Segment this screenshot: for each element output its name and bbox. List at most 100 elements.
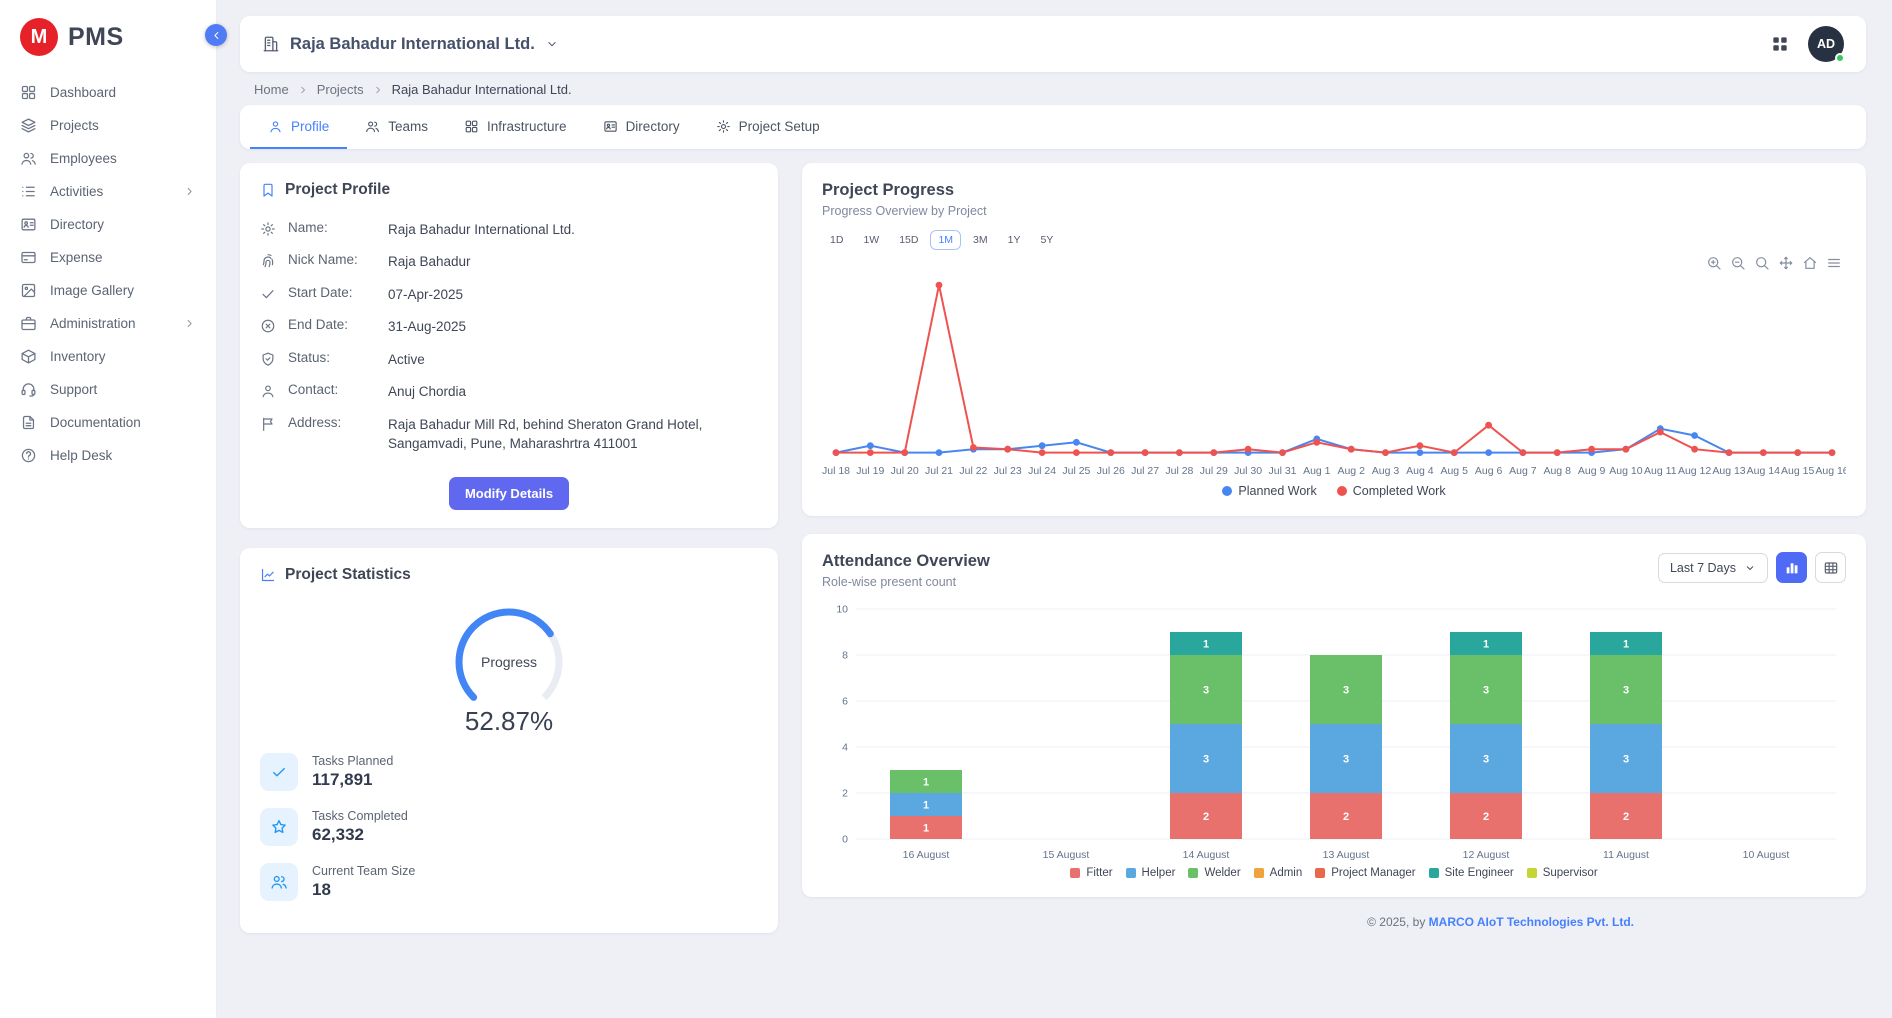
sidebar-item-administration[interactable]: Administration <box>0 307 216 340</box>
tab-profile[interactable]: Profile <box>250 105 347 149</box>
sidebar-item-documentation[interactable]: Documentation <box>0 406 216 439</box>
field-value: 07-Apr-2025 <box>388 285 463 305</box>
table-view-toggle[interactable] <box>1815 552 1846 583</box>
stat-icon-box <box>260 863 298 901</box>
range-button-3m[interactable]: 3M <box>965 230 996 250</box>
apps-grid-icon[interactable] <box>1770 34 1790 54</box>
field-value: 31-Aug-2025 <box>388 317 466 337</box>
profile-field-contact: Contact:Anuj Chordia <box>260 376 758 409</box>
modify-details-button[interactable]: Modify Details <box>449 477 569 510</box>
legend-welder[interactable]: Welder <box>1188 867 1240 879</box>
legend-admin[interactable]: Admin <box>1254 867 1303 879</box>
range-button-1m[interactable]: 1M <box>930 230 961 250</box>
legend-planned-work[interactable]: Planned Work <box>1222 484 1316 498</box>
sidebar-item-inventory[interactable]: Inventory <box>0 340 216 373</box>
svg-text:1: 1 <box>923 822 929 834</box>
svg-text:Aug 11: Aug 11 <box>1644 465 1677 477</box>
breadcrumb-item[interactable]: Home <box>254 82 289 97</box>
sidebar-item-label: Documentation <box>50 415 141 430</box>
menu-icon[interactable] <box>1826 255 1842 271</box>
project-setup-tab-icon <box>716 119 731 134</box>
tab-infrastructure[interactable]: Infrastructure <box>446 105 585 149</box>
check-square-icon <box>270 763 288 781</box>
range-button-1y[interactable]: 1Y <box>1000 230 1029 250</box>
pan-icon[interactable] <box>1778 255 1794 271</box>
company-selector[interactable]: Raja Bahadur International Ltd. <box>262 35 559 54</box>
date-range-select[interactable]: Last 7 Days <box>1658 553 1768 583</box>
profile-actions: Modify Details <box>260 477 758 510</box>
sidebar-collapse-button[interactable] <box>205 24 227 46</box>
sidebar-item-directory[interactable]: Directory <box>0 208 216 241</box>
company-icon <box>262 35 280 53</box>
documentation-icon <box>20 414 37 431</box>
online-status-dot <box>1835 53 1845 63</box>
chevron-down-icon <box>1744 562 1756 574</box>
svg-text:Jul 22: Jul 22 <box>959 465 987 477</box>
legend-swatch <box>1070 868 1080 878</box>
sidebar-item-projects[interactable]: Projects <box>0 109 216 142</box>
infrastructure-tab-icon <box>464 119 479 134</box>
logo[interactable]: M PMS <box>0 14 216 72</box>
range-button-1d[interactable]: 1D <box>822 230 851 250</box>
chart-view-toggle[interactable] <box>1776 552 1807 583</box>
sidebar-item-expense[interactable]: Expense <box>0 241 216 274</box>
svg-text:Jul 23: Jul 23 <box>994 465 1022 477</box>
sidebar-item-image-gallery[interactable]: Image Gallery <box>0 274 216 307</box>
profile-field-start-date: Start Date:07-Apr-2025 <box>260 278 758 311</box>
shield-icon <box>260 351 276 367</box>
stat-label: Current Team Size <box>312 864 415 878</box>
field-value: Raja Bahadur Mill Rd, behind Sheraton Gr… <box>388 415 758 454</box>
svg-text:Aug 16: Aug 16 <box>1815 465 1846 477</box>
zoom-in-icon[interactable] <box>1706 255 1722 271</box>
sidebar-item-employees[interactable]: Employees <box>0 142 216 175</box>
footer-text: © 2025, by <box>1367 915 1429 929</box>
team-icon <box>270 873 288 891</box>
app-root: M PMS DashboardProjectsEmployeesActiviti… <box>0 0 1892 1018</box>
sidebar-item-label: Support <box>50 382 97 397</box>
range-button-15d[interactable]: 15D <box>891 230 926 250</box>
sidebar-item-dashboard[interactable]: Dashboard <box>0 76 216 109</box>
avatar[interactable]: AD <box>1808 26 1844 62</box>
range-buttons: 1D1W15D1M3M1Y5Y <box>822 230 1846 250</box>
legend-supervisor[interactable]: Supervisor <box>1527 867 1598 879</box>
legend-completed-work[interactable]: Completed Work <box>1337 484 1446 498</box>
tab-project-setup[interactable]: Project Setup <box>698 105 838 149</box>
zoom-out-icon[interactable] <box>1730 255 1746 271</box>
sidebar-item-help-desk[interactable]: Help Desk <box>0 439 216 472</box>
svg-text:3: 3 <box>1623 684 1629 696</box>
attendance-titles: Attendance Overview Role-wise present co… <box>822 552 990 589</box>
range-button-1w[interactable]: 1W <box>855 230 887 250</box>
range-button-5y[interactable]: 5Y <box>1032 230 1061 250</box>
svg-text:Aug 12: Aug 12 <box>1678 465 1711 477</box>
bookmark-icon <box>260 182 276 198</box>
svg-text:11 August: 11 August <box>1603 849 1649 861</box>
breadcrumb-item[interactable]: Projects <box>317 82 364 97</box>
home-icon[interactable] <box>1802 255 1818 271</box>
logo-letter: M <box>31 26 48 49</box>
help-desk-icon <box>20 447 37 464</box>
legend-helper[interactable]: Helper <box>1126 867 1176 879</box>
sidebar: M PMS DashboardProjectsEmployeesActiviti… <box>0 0 216 1018</box>
progress-card-subtitle: Progress Overview by Project <box>822 204 1846 218</box>
app-name: PMS <box>68 23 124 52</box>
search-zoom-icon[interactable] <box>1754 255 1770 271</box>
legend-fitter[interactable]: Fitter <box>1070 867 1112 879</box>
image-gallery-icon <box>20 282 37 299</box>
chevron-down-icon <box>545 37 559 51</box>
tab-directory[interactable]: Directory <box>585 105 698 149</box>
field-label: Name: <box>288 220 376 235</box>
tab-teams[interactable]: Teams <box>347 105 446 149</box>
sidebar-item-activities[interactable]: Activities <box>0 175 216 208</box>
legend-label: Completed Work <box>1353 484 1446 498</box>
date-range-value: Last 7 Days <box>1670 561 1736 575</box>
legend-project-manager[interactable]: Project Manager <box>1315 867 1415 879</box>
sidebar-item-support[interactable]: Support <box>0 373 216 406</box>
svg-text:6: 6 <box>842 696 848 708</box>
attendance-card-title: Attendance Overview <box>822 552 990 571</box>
legend-site-engineer[interactable]: Site Engineer <box>1429 867 1514 879</box>
svg-text:1: 1 <box>1623 638 1629 650</box>
person-icon <box>260 383 276 399</box>
gauge-label: Progress <box>481 654 537 670</box>
stat-icon-box <box>260 808 298 846</box>
footer-link[interactable]: MARCO AIoT Technologies Pvt. Ltd. <box>1429 915 1634 929</box>
